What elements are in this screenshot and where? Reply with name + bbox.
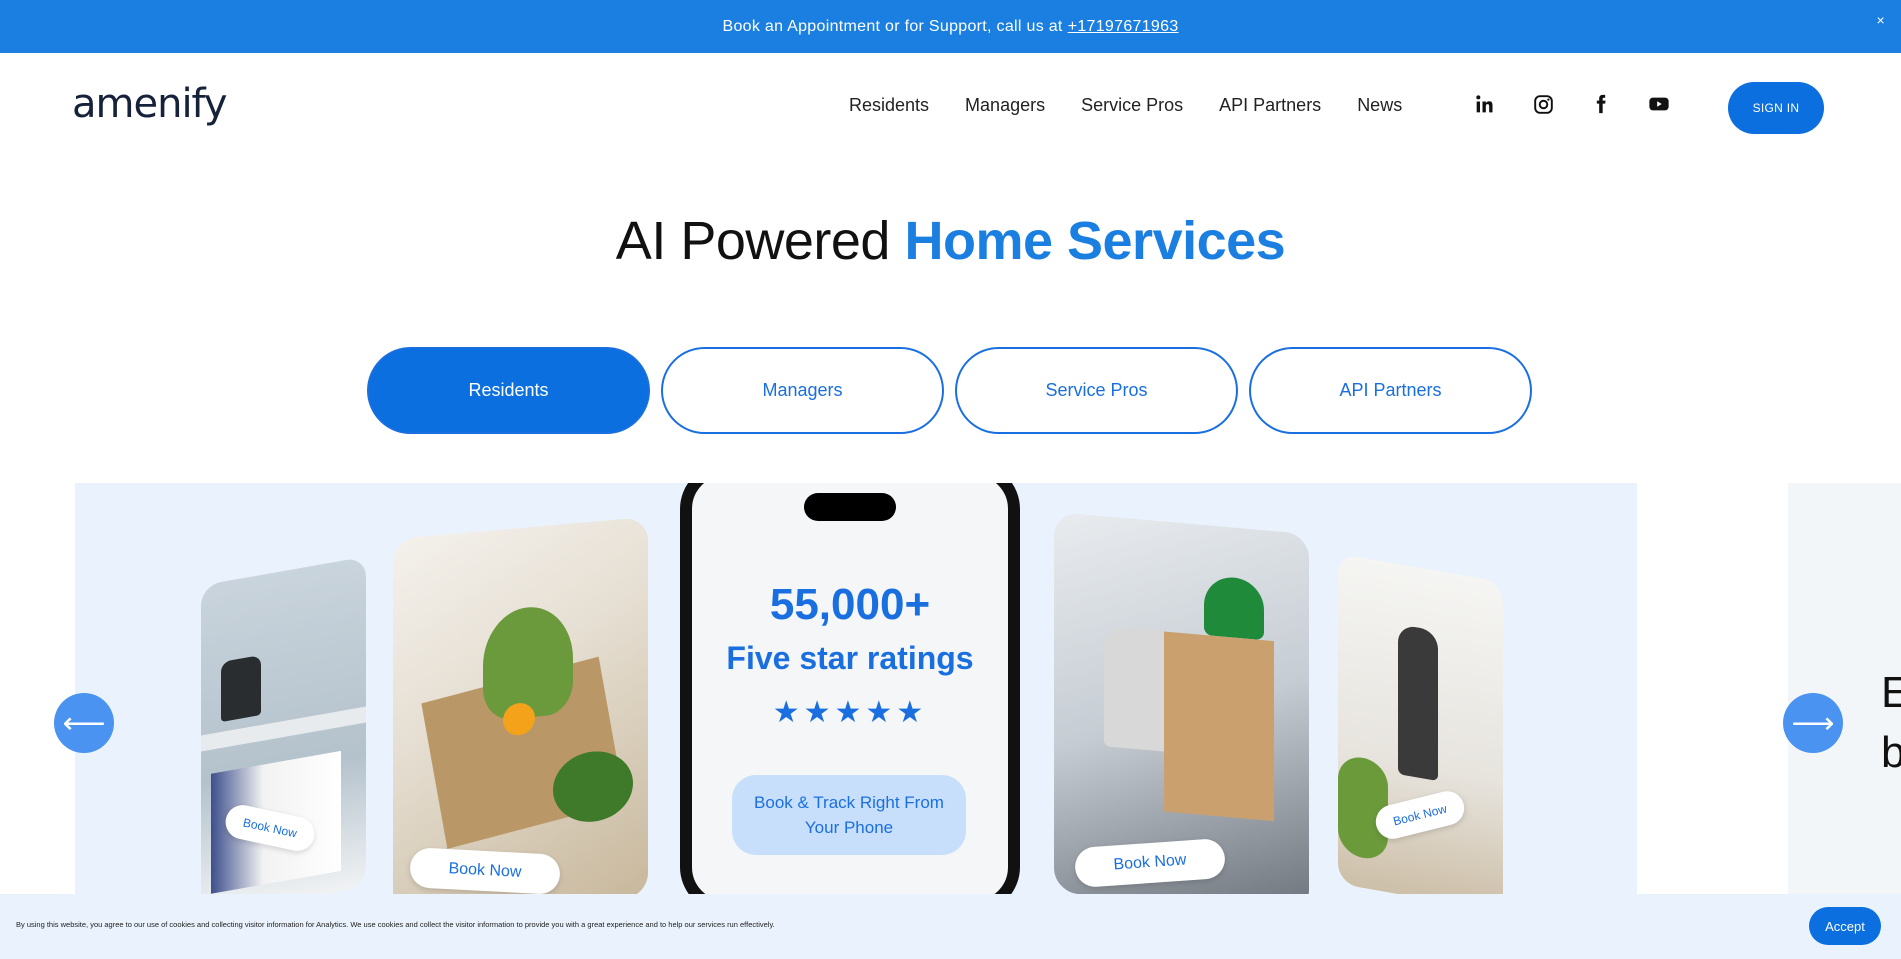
audience-tabs: Residents Managers Service Pros API Part… — [367, 347, 1532, 434]
nav-service-pros[interactable]: Service Pros — [1081, 95, 1183, 116]
cleaning-service-card[interactable] — [1338, 553, 1503, 894]
moving-boxes-image — [1164, 631, 1274, 822]
cookie-banner: By using this website, you agree to our … — [0, 894, 1901, 959]
amenify-logo[interactable]: amenify — [72, 81, 228, 127]
next-slide-text: Eb — [1881, 668, 1901, 777]
announcement-text: Book an Appointment or for Support, call… — [722, 17, 1063, 35]
sign-in-button[interactable]: SIGN IN — [1728, 82, 1824, 134]
iron-image — [221, 654, 261, 723]
moving-service-card[interactable] — [1054, 511, 1309, 894]
cleaner-image — [1398, 624, 1438, 782]
hero-title-accent: Home Services — [904, 211, 1286, 271]
phone-mockup: 55,000+ Five star ratings ★★★★★ Book & T… — [680, 483, 1020, 894]
site-header: amenify Residents Managers Service Pros … — [0, 53, 1901, 161]
accept-cookies-button[interactable]: Accept — [1809, 907, 1881, 945]
plant-image — [1338, 753, 1388, 863]
main-nav: Residents Managers Service Pros API Part… — [849, 95, 1438, 116]
carousel-prev-arrow-icon[interactable]: ⟵ — [54, 693, 114, 753]
next-slide-peek: Eb — [1788, 483, 1901, 894]
book-now-button-groceries[interactable]: Book Now — [409, 847, 561, 894]
mover-green-shirt-image — [1204, 574, 1264, 641]
support-phone-link[interactable]: +17197671963 — [1068, 18, 1179, 36]
nav-residents[interactable]: Residents — [849, 95, 929, 116]
book-track-button[interactable]: Book & Track Right From Your Phone — [732, 775, 966, 855]
instagram-icon[interactable] — [1532, 93, 1554, 115]
close-icon[interactable]: × — [1877, 12, 1885, 28]
vegetables-image — [483, 603, 573, 722]
tab-api-partners[interactable]: API Partners — [1249, 347, 1532, 434]
facebook-icon[interactable] — [1590, 93, 1612, 115]
services-carousel: Book Now Book Now 55,000+ Five star rati… — [75, 483, 1637, 894]
nav-managers[interactable]: Managers — [965, 95, 1045, 116]
announcement-bar: Book an Appointment or for Support, call… — [0, 0, 1901, 53]
youtube-icon[interactable] — [1648, 93, 1670, 115]
cookie-notice-text: By using this website, you agree to our … — [16, 920, 775, 929]
groceries-service-card[interactable] — [393, 516, 648, 894]
tab-service-pros[interactable]: Service Pros — [955, 347, 1238, 434]
hero-title: AI Powered Home Services — [0, 210, 1901, 272]
tab-managers[interactable]: Managers — [661, 347, 944, 434]
phone-notch — [804, 493, 896, 521]
tab-residents[interactable]: Residents — [367, 347, 650, 434]
hero-title-plain: AI Powered — [615, 211, 891, 271]
social-links — [1474, 93, 1670, 115]
ratings-label: Five star ratings — [726, 640, 974, 676]
nav-news[interactable]: News — [1357, 95, 1402, 116]
carousel-next-arrow-icon[interactable]: ⟶ — [1783, 693, 1843, 753]
ratings-count: 55,000+ — [769, 580, 931, 629]
linkedin-icon[interactable] — [1474, 93, 1496, 115]
star-rating-icons: ★★★★★ — [772, 696, 928, 729]
nav-api-partners[interactable]: API Partners — [1219, 95, 1321, 116]
